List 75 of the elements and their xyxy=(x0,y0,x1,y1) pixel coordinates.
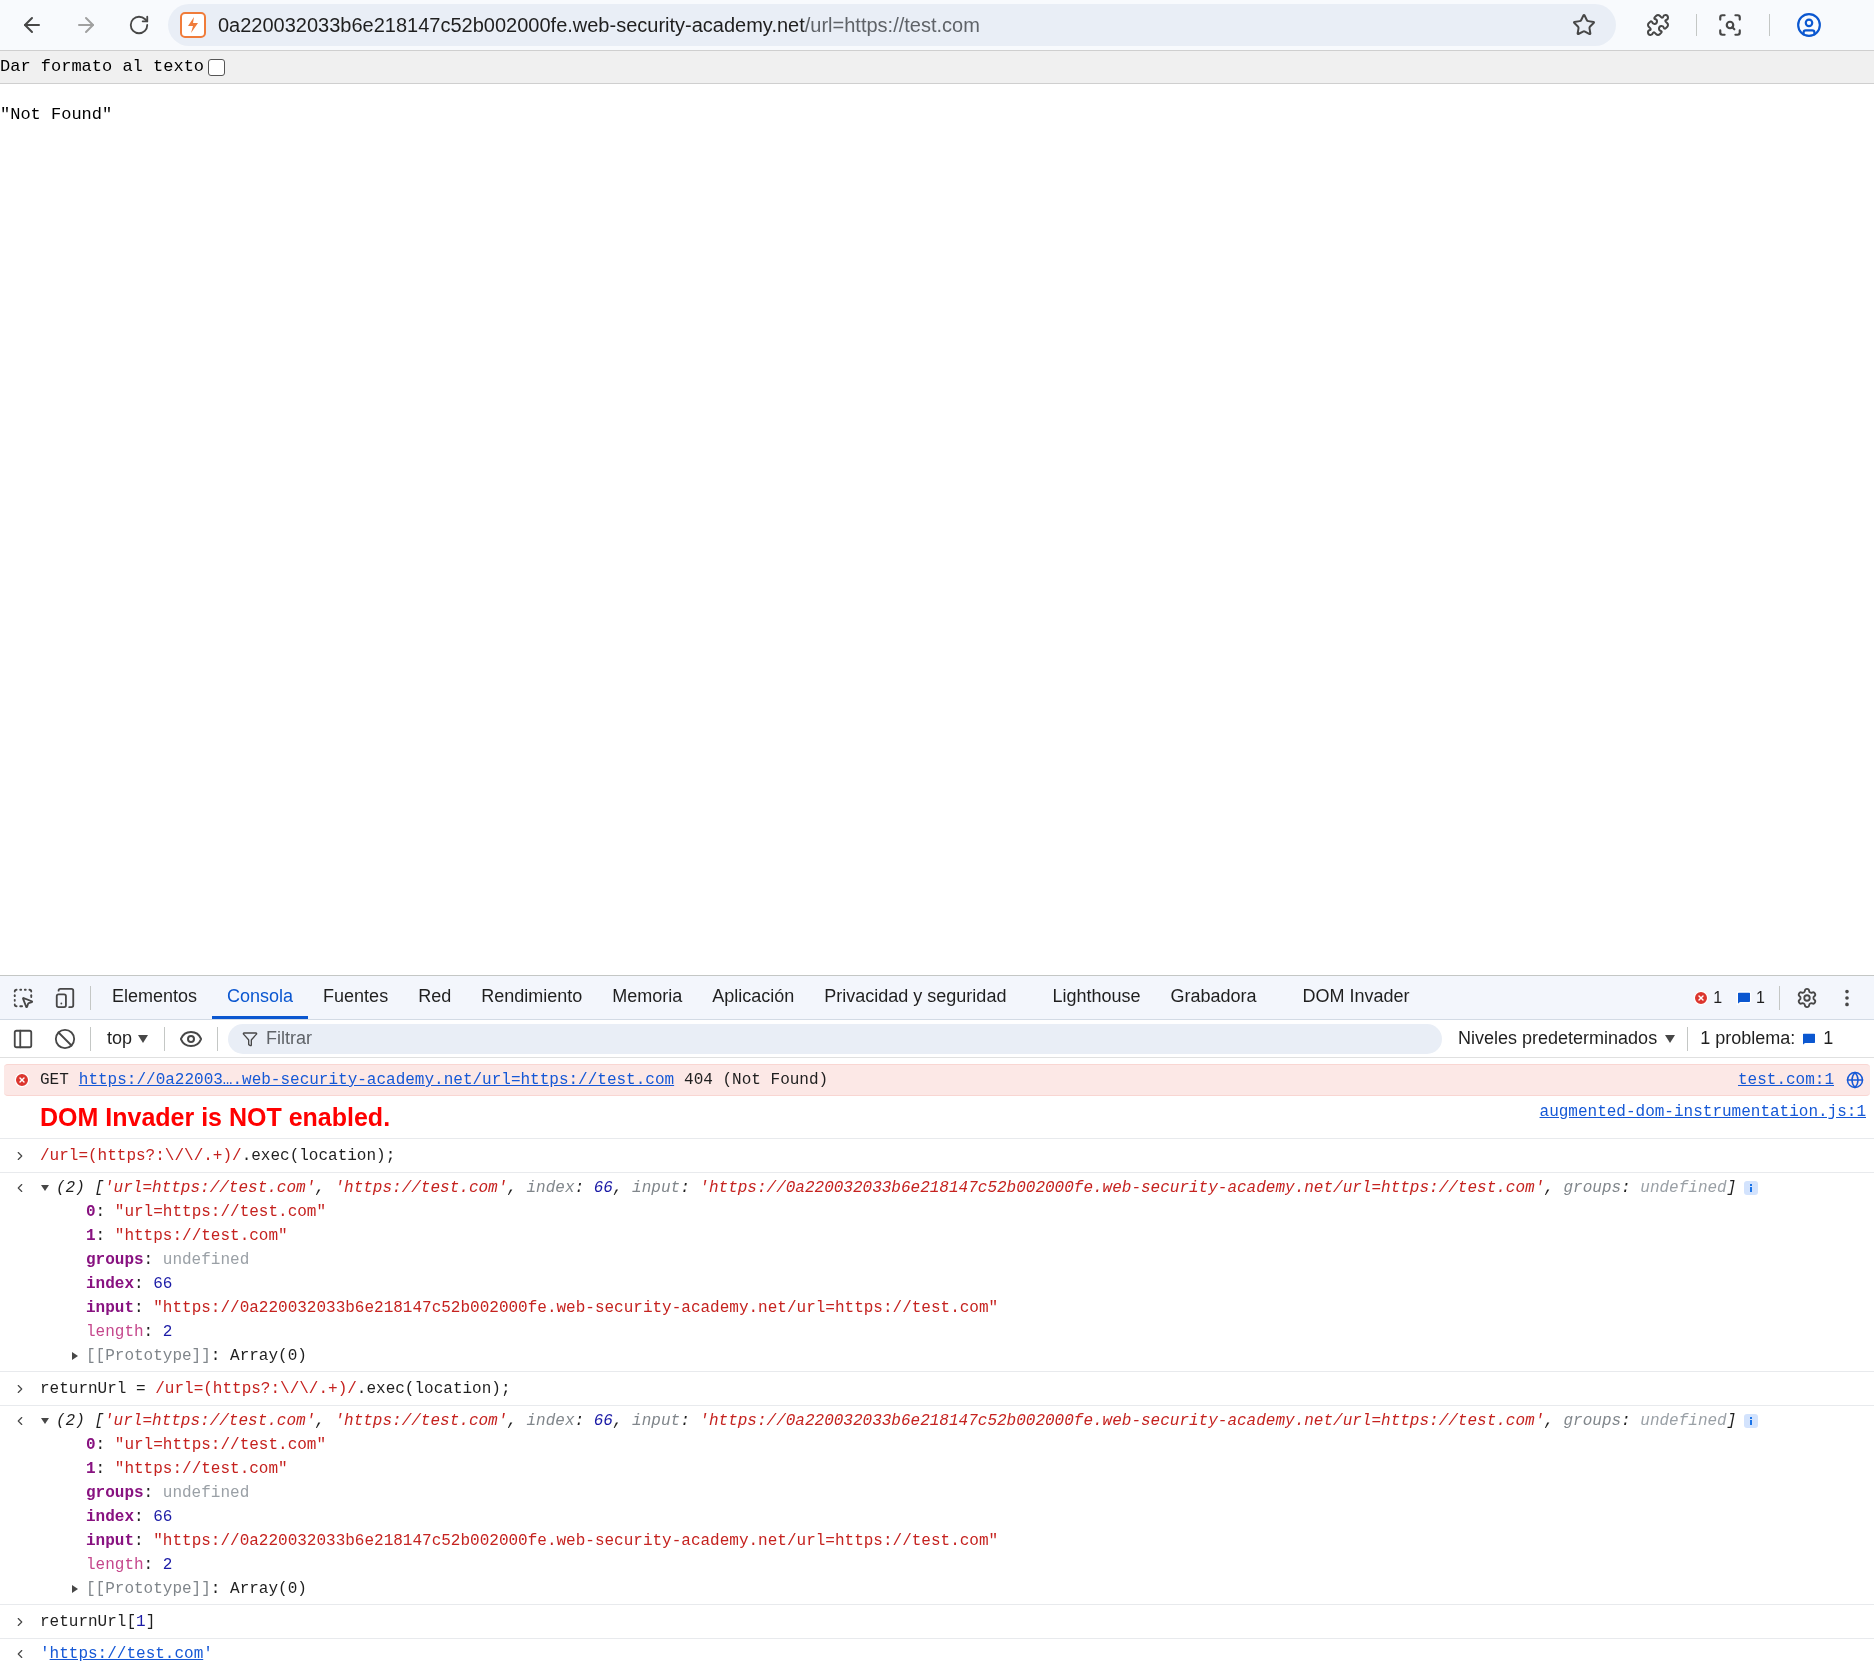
property-line: groups: undefined xyxy=(86,1483,250,1503)
devtools-tab[interactable]: Grabadora xyxy=(1155,976,1272,1019)
expand-triangle-icon[interactable] xyxy=(70,1584,80,1594)
property-line: index: 66 xyxy=(86,1274,173,1294)
format-label: Dar formato al texto xyxy=(0,56,205,79)
property-line: length: 2 xyxy=(86,1322,173,1342)
page-body-text: "Not Found" xyxy=(0,105,113,124)
dropdown-caret-icon xyxy=(1665,1034,1676,1043)
profile-icon[interactable] xyxy=(1796,12,1822,38)
devtools-tab[interactable]: Red xyxy=(403,976,467,1019)
property-line: 1: "https://test.com" xyxy=(86,1459,288,1479)
reload-icon[interactable] xyxy=(128,14,150,36)
message-icon xyxy=(1736,989,1753,1006)
array-summary: (2) ['url=https://test.com', 'https://test.com', index: 66, input: 'https://0a220032033b6e218147c52b002000fe.web-security-academy.net/url=https://test.com', groups: undefined] xyxy=(56,1411,1737,1431)
filter-field[interactable]: Filtrar xyxy=(228,1023,1443,1054)
error-method: GET xyxy=(40,1070,69,1090)
error-icon xyxy=(1693,989,1710,1006)
collapse-triangle-icon[interactable] xyxy=(40,1416,50,1426)
settings-icon[interactable] xyxy=(1796,986,1818,1009)
devtools-tab[interactable]: Privacidad y seguridad xyxy=(809,976,1022,1019)
message-count-badge[interactable]: 1 xyxy=(1736,985,1765,1010)
styled-log-message: DOM Invader is NOT enabled. xyxy=(40,1102,391,1132)
devtools-tab[interactable]: Lighthouse xyxy=(1037,976,1156,1019)
network-icon[interactable] xyxy=(1846,1071,1864,1089)
devtools-tab[interactable]: Aplicación xyxy=(697,976,810,1019)
filter-icon xyxy=(242,1030,259,1047)
quote-mark: ' xyxy=(203,1644,213,1664)
address-bar[interactable]: 0a220032033b6e218147c52b002000fe.web-security-academy.net/url=https://test.com xyxy=(168,4,1616,46)
error-count-badge[interactable]: 1 xyxy=(1693,985,1723,1010)
bookmark-star-icon[interactable] xyxy=(1572,13,1596,37)
property-line: input: "https://0a220032033b6e218147c52b002000fe.web-security-academy.net/url=https://test.com" xyxy=(86,1531,999,1551)
url-text: 0a220032033b6e218147c52b002000fe.web-security-academy.net/url=https://test.com xyxy=(218,13,980,38)
message-icon xyxy=(1801,1030,1818,1047)
console-input-line: returnUrl = /url=(https?:\/\/.+)/.exec(location); xyxy=(40,1378,511,1399)
inspect-element-icon[interactable] xyxy=(12,986,34,1009)
source-link[interactable]: augmented-dom-instrumentation.js:1 xyxy=(1539,1102,1866,1122)
sidebar-toggle-icon[interactable] xyxy=(12,1027,34,1050)
console-input-line: returnUrl[1] xyxy=(40,1611,156,1632)
devtools-tab[interactable]: Consola xyxy=(212,976,309,1019)
property-line: index: 66 xyxy=(86,1507,173,1527)
collapse-triangle-icon[interactable] xyxy=(40,1183,50,1193)
property-line: 1: "https://test.com" xyxy=(86,1226,288,1246)
screen-search-icon[interactable] xyxy=(1717,12,1743,38)
console-input-line: /url=(https?:\/\/.+)/.exec(location); xyxy=(40,1145,396,1166)
info-icon xyxy=(1744,1414,1759,1428)
clear-console-icon[interactable] xyxy=(54,1027,76,1050)
devtools-tab[interactable]: Fuentes xyxy=(308,976,404,1019)
devtools-tab[interactable]: Rendimiento xyxy=(466,976,598,1019)
device-toolbar-icon[interactable] xyxy=(54,986,76,1009)
extensions-icon[interactable] xyxy=(1646,13,1670,37)
prototype-line: [[Prototype]]: Array(0) xyxy=(86,1346,307,1366)
property-line: length: 2 xyxy=(86,1555,173,1575)
devtools-tab[interactable]: DOM Invader xyxy=(1287,976,1425,1019)
issues-button[interactable]: 1 problema: 1 xyxy=(1700,1025,1834,1052)
dropdown-caret-icon xyxy=(138,1034,149,1043)
site-icon xyxy=(180,12,206,38)
error-status: 404 (Not Found) xyxy=(684,1070,829,1090)
property-line: input: "https://0a220032033b6e218147c52b002000fe.web-security-academy.net/url=https://test.com" xyxy=(86,1298,999,1318)
info-icon xyxy=(1744,1181,1759,1195)
property-line: groups: undefined xyxy=(86,1250,250,1270)
request-url-link[interactable]: https://0a22003….web-security-academy.net/url=https://test.com xyxy=(78,1070,675,1090)
expand-triangle-icon[interactable] xyxy=(70,1351,80,1361)
prototype-line: [[Prototype]]: Array(0) xyxy=(86,1579,307,1599)
error-icon xyxy=(14,1072,30,1088)
result-url-link[interactable]: https://test.com xyxy=(49,1644,204,1664)
devtools-tab[interactable]: Memoria xyxy=(597,976,698,1019)
context-dropdown[interactable]: top xyxy=(107,1025,149,1052)
devtools-tab[interactable]: Elementos xyxy=(97,976,213,1019)
property-line: 0: "url=https://test.com" xyxy=(86,1435,327,1455)
property-line: 0: "url=https://test.com" xyxy=(86,1202,327,1222)
array-summary: (2) ['url=https://test.com', 'https://test.com', index: 66, input: 'https://0a220032033b6e218147c52b002000fe.web-security-academy.net/url=https://test.com', groups: undefined] xyxy=(56,1178,1737,1198)
source-link[interactable]: test.com:1 xyxy=(1738,1070,1834,1090)
format-checkbox[interactable] xyxy=(208,58,226,76)
log-levels-dropdown[interactable]: Niveles predeterminados xyxy=(1458,1025,1676,1052)
quote-mark: ' xyxy=(40,1644,50,1664)
